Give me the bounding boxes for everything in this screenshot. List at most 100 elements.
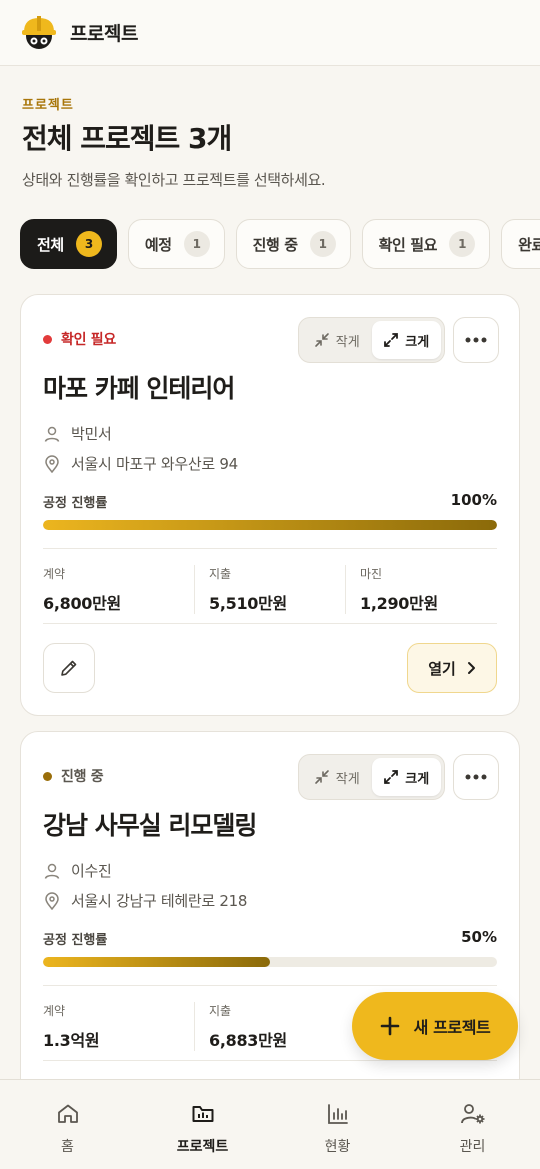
progress-bar-fill [43, 520, 497, 530]
progress-label: 공정 진행률 [43, 496, 108, 511]
divider [43, 548, 497, 549]
nav-label: 홈 [61, 1139, 74, 1155]
filter-chip-in-progress[interactable]: 진행 중 1 [235, 219, 351, 269]
project-address: 서울시 강남구 테헤란로 218 [43, 890, 247, 911]
stat-label: 계약 [43, 567, 66, 581]
home-icon [57, 1104, 78, 1123]
stat-value: 6,800만원 [43, 594, 121, 613]
stat-value: 1.3억원 [43, 1031, 100, 1050]
folder-chart-icon [192, 1106, 213, 1122]
page-title: 전체 프로젝트 3개 [22, 122, 232, 155]
project-manager: 박민서 [43, 423, 112, 444]
more-options-button[interactable] [453, 317, 499, 363]
top-bar: 프로젝트 [0, 0, 540, 66]
expand-icon [384, 770, 399, 784]
size-large-label: 크게 [405, 771, 430, 787]
status-dot [43, 771, 52, 781]
progress-percent: 50% [461, 928, 497, 946]
filter-chip-label: 전체 [37, 235, 64, 254]
manager-name: 박민서 [71, 425, 112, 443]
size-small-label: 작게 [335, 771, 360, 787]
plus-icon [380, 1016, 399, 1036]
filter-count-badge: 3 [75, 231, 102, 257]
size-large-button[interactable]: 크게 [371, 758, 441, 796]
size-large-button[interactable]: 크게 [371, 321, 441, 359]
bottom-nav: 홈 프로젝트 현황 관리 [0, 1079, 540, 1169]
filter-chip-all[interactable]: 전체 3 [20, 219, 117, 269]
stat-label: 마진 [360, 567, 383, 581]
project-card[interactable]: 확인 필요 작게 크게 마포 카페 인테리어 박민서 서울시 마포구 와우산로 … [20, 294, 520, 716]
expand-icon [384, 333, 399, 347]
project-address: 서울시 마포구 와우산로 94 [43, 453, 238, 474]
stat-contract: 계약 1.3억원 [43, 1002, 194, 1051]
more-dots-icon [465, 337, 487, 343]
open-label: 열기 [428, 659, 456, 678]
filter-chip-needs-review[interactable]: 확인 필요 1 [361, 219, 491, 269]
stat-expense: 지출 5,510만원 [194, 565, 345, 614]
progress-bar [43, 957, 497, 967]
stat-expense: 지출 6,883만원 [194, 1002, 345, 1051]
status-badge: 확인 필요 [43, 329, 116, 349]
progress-bar [43, 520, 497, 530]
pencil-icon [61, 660, 77, 676]
stat-contract: 계약 6,800만원 [43, 565, 194, 614]
filter-count-badge: 1 [309, 231, 336, 257]
card-size-toggle: 작게 크게 [298, 754, 445, 800]
chevron-right-icon [467, 662, 475, 674]
progress-label: 공정 진행률 [43, 933, 108, 948]
address-text: 서울시 강남구 테헤란로 218 [71, 892, 248, 910]
status-filter-tabs: 전체 3 예정 1 진행 중 1 확인 필요 1 완료 [20, 219, 540, 269]
divider [43, 985, 497, 986]
size-large-label: 크게 [405, 334, 430, 350]
open-button[interactable]: 열기 [407, 643, 497, 693]
filter-chip-label: 확인 필요 [378, 235, 438, 254]
nav-item-home[interactable]: 홈 [0, 1080, 135, 1169]
hardhat-logo-icon [18, 12, 60, 54]
nav-item-projects[interactable]: 프로젝트 [135, 1080, 270, 1169]
page-eyebrow: 프로젝트 [22, 98, 74, 113]
divider [43, 623, 497, 624]
finance-stats: 계약 6,800만원 지출 5,510만원 마진 1,290만원 [43, 565, 497, 614]
filter-chip-scheduled[interactable]: 예정 1 [127, 219, 225, 269]
status-label: 진행 중 [61, 769, 104, 785]
filter-count-badge: 1 [449, 231, 476, 257]
nav-label: 현황 [324, 1139, 351, 1155]
collapse-icon [314, 770, 329, 784]
filter-chip-label: 예정 [144, 235, 172, 254]
nav-label: 프로젝트 [176, 1139, 229, 1155]
page-subtitle: 상태와 진행률을 확인하고 프로젝트를 선택하세요. [22, 171, 326, 189]
nav-label: 관리 [459, 1139, 486, 1155]
card-size-toggle: 작게 크게 [298, 317, 445, 363]
collapse-icon [314, 333, 329, 347]
stat-margin: 마진 1,290만원 [345, 565, 496, 614]
project-name: 마포 카페 인테리어 [43, 374, 235, 403]
new-project-button[interactable]: 새 프로젝트 [352, 992, 518, 1060]
bar-chart-icon [327, 1104, 348, 1124]
size-small-button[interactable]: 작게 [302, 321, 372, 359]
stat-label: 계약 [43, 1004, 66, 1018]
status-label: 확인 필요 [61, 332, 116, 348]
filter-count-badge: 1 [183, 231, 210, 257]
progress-bar-fill [43, 957, 270, 967]
filter-chip-completed[interactable]: 완료 [501, 219, 540, 269]
project-manager: 이수진 [43, 860, 112, 881]
edit-button[interactable] [43, 643, 95, 693]
location-pin-icon [45, 891, 59, 910]
divider [43, 1060, 497, 1061]
person-icon [44, 863, 60, 879]
location-pin-icon [45, 454, 59, 473]
address-text: 서울시 마포구 와우산로 94 [71, 455, 238, 473]
filter-chip-label: 완료 [518, 235, 540, 254]
manager-name: 이수진 [71, 862, 112, 880]
nav-item-status[interactable]: 현황 [270, 1080, 405, 1169]
status-dot [43, 334, 52, 344]
person-icon [44, 426, 60, 442]
user-settings-icon [460, 1104, 484, 1124]
app-title: 프로젝트 [70, 23, 138, 45]
more-options-button[interactable] [453, 754, 499, 800]
size-small-label: 작게 [335, 334, 360, 350]
stat-label: 지출 [209, 1004, 232, 1018]
size-small-button[interactable]: 작게 [302, 758, 372, 796]
stat-value: 1,290만원 [360, 594, 438, 613]
nav-item-manage[interactable]: 관리 [405, 1080, 540, 1169]
